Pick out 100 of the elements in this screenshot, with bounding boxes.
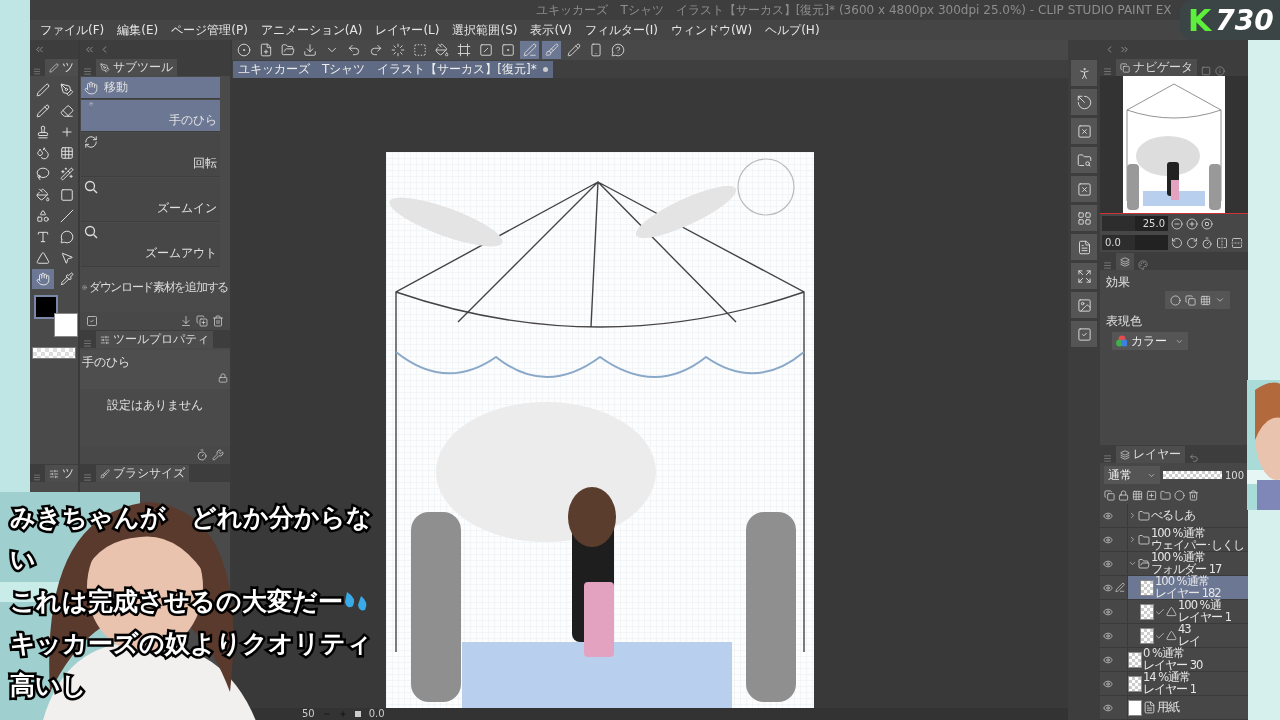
panel-tab[interactable]: サブツール [96,59,177,76]
k-logo: K [1188,2,1212,38]
panel-tab[interactable]: ツールプロパティ [96,331,213,348]
menu-item[interactable]: ヘルプ(H) [765,21,820,39]
menu-icon [1103,67,1112,76]
layer-name: レイヤー 1 [1178,611,1231,623]
menu-item[interactable]: 選択範囲(S) [452,21,518,39]
menu-item[interactable]: アニメーション(A) [260,21,363,39]
subtool-item[interactable]: ズームアウト [81,223,220,267]
layer-row[interactable]: 100 %通 レイヤー 1 [1100,600,1248,624]
folder-icon [1138,533,1150,546]
expand-button[interactable] [1071,263,1097,289]
brush-button[interactable] [542,41,561,59]
pen-nib-icon [60,83,74,97]
menu-icon [83,67,92,76]
line-icon [60,209,74,223]
layer-name: ウェイパー･しくし [1151,539,1244,551]
undo-icon [346,43,361,57]
menu-item[interactable]: ページ管理(P) [171,21,248,39]
stamp-icon [36,125,50,139]
color-mode-dropdown[interactable]: カラー [1112,332,1188,350]
square-check-icon [1076,326,1092,342]
panel-tab[interactable]: ツ [45,59,78,76]
paint-bucket-icon [36,188,50,202]
help-icon [610,43,625,57]
caption-line: い [10,544,36,576]
subtool-item[interactable]: 移動 [81,77,220,99]
subtool-label: ズームイン [157,200,217,217]
sliders-icon [100,334,110,345]
menu-item[interactable]: ウィンドウ(W) [670,21,753,39]
menu-item[interactable]: ファイル(F) [40,21,105,39]
layer-mode: 100 %通常 [1155,576,1209,588]
blend-mode-dropdown[interactable]: 通常 [1104,466,1160,484]
figure-button[interactable] [1071,60,1097,86]
panel-tab[interactable]: ツ [45,465,78,482]
image-button[interactable] [1071,292,1097,318]
layer-row[interactable]: 100 %通常 レイヤー 182 [1100,576,1248,600]
paint-bucket-button[interactable] [432,41,451,59]
main-color-swatch[interactable] [34,295,58,319]
subtool-label: 移動 [104,79,128,96]
layer-thumbnail [1128,699,1142,716]
layer-row[interactable]: 0 %通常 レイヤー 30 [1100,648,1248,672]
brush-icon [544,43,559,57]
flip-vertical-icon [1231,236,1243,249]
angle-field[interactable]: 0.0 [1102,235,1168,250]
document-tab[interactable]: ユキッカーズ Tシャツ イラスト【サーカス】[復元]* [233,61,553,78]
square-check-button[interactable] [1071,321,1097,347]
pen-line-button[interactable] [520,41,539,59]
subtool-item[interactable]: 手のひら [81,100,220,132]
layer-mode: 100 %通常 [1151,528,1206,540]
tab-label: ツ [62,465,74,482]
search-icon [84,225,98,239]
layer-thumbnail [1140,627,1154,644]
add-material-link[interactable]: ダウンロード素材を追加する [88,279,228,296]
zoom-field[interactable]: 25.0 [1102,216,1168,231]
panel-tab[interactable]: ナビゲータ [1116,59,1197,76]
square-x-button[interactable] [1071,176,1097,202]
rotate-left-icon [1171,236,1183,249]
square-x-button[interactable] [1071,118,1097,144]
panel-tab[interactable]: ブラシサイズ [96,465,189,482]
info-icon [1215,66,1225,76]
new-file-icon [258,43,273,57]
effect-label: 効果 [1105,274,1131,291]
stop-icon [354,711,361,717]
folder-search-button[interactable] [1071,147,1097,173]
circle-arrow-button[interactable] [1071,89,1097,115]
layer-row[interactable]: 14 %通常 レイヤー 1 [1100,672,1248,696]
layer-row[interactable]: 100 %通常 ウェイパー･しくし [1100,528,1248,552]
layers-icon [1120,449,1130,460]
panel-tab[interactable]: レイヤー [1116,446,1185,463]
panel-tab[interactable] [1116,253,1134,270]
pipette-icon [60,272,74,286]
zoom-in-icon [1186,217,1198,230]
menu-item[interactable]: 表示(V) [530,21,573,39]
menu-item[interactable]: レイヤー(L) [375,21,440,39]
tool-name: 手のひら [82,354,131,371]
lasso-icon [36,167,50,181]
subtool-item[interactable]: ズームイン [81,178,220,222]
menu-item[interactable]: 編集(E) [117,21,159,39]
effect-bar[interactable] [1165,291,1230,309]
layer-row[interactable]: べるしあ [1100,504,1248,528]
square-x-icon [1076,181,1092,197]
folder-icon [1138,509,1150,522]
layer-row[interactable]: 100 %通常 フォルダー 17 [1100,552,1248,576]
duplicate-icon [196,315,208,327]
transparent-swatch[interactable] [32,347,76,359]
menu-item[interactable]: フィルター(I) [585,21,658,39]
layer-row[interactable]: 用紙 [1100,696,1248,720]
layer-name: レイヤー 1 [1143,683,1196,695]
frame-icon [456,43,471,57]
grid-button[interactable] [1071,205,1097,231]
phone-icon [588,43,603,57]
dashed-square-icon [412,43,427,57]
subtool-item[interactable]: 回転 [81,133,220,177]
close-icon[interactable] [542,67,548,72]
eye-icon [1103,654,1113,665]
sub-color-swatch[interactable] [54,313,78,337]
document-button[interactable] [1071,234,1097,260]
layer-row[interactable]: 43 レイ [1100,624,1248,648]
hand-tool-button[interactable] [32,269,54,289]
